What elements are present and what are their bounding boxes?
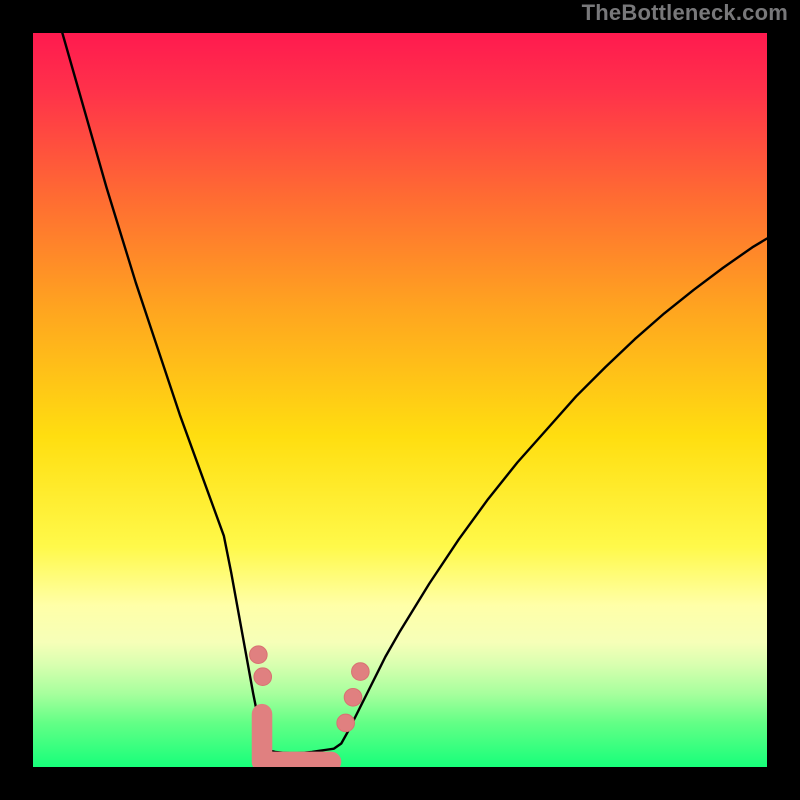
data-marker — [254, 668, 272, 686]
data-marker — [337, 714, 355, 732]
data-marker — [250, 646, 268, 664]
chart-svg — [33, 33, 767, 767]
attribution-text: TheBottleneck.com — [582, 0, 788, 26]
plot-area — [33, 33, 767, 767]
gradient-bg — [33, 33, 767, 767]
chart-container: TheBottleneck.com — [0, 0, 800, 800]
data-marker — [344, 688, 362, 706]
data-marker — [352, 663, 370, 681]
